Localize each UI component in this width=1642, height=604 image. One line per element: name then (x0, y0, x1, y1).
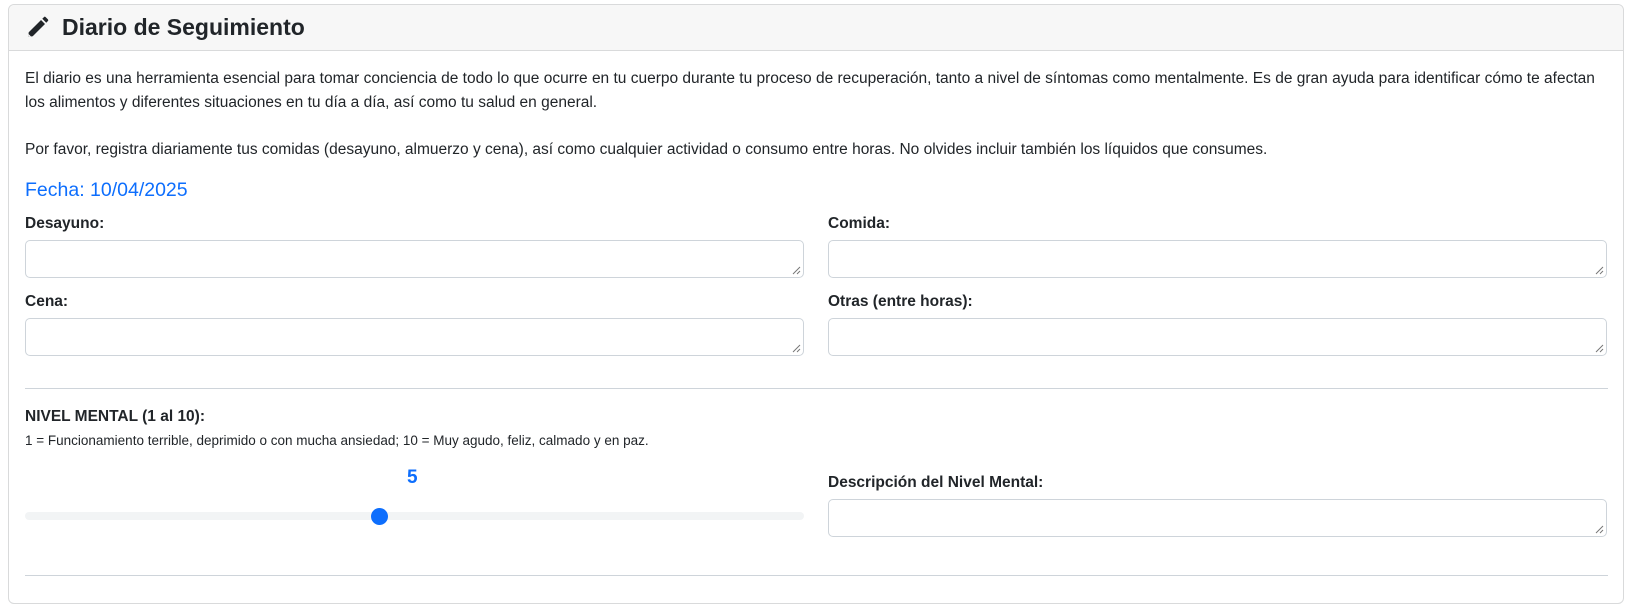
resize-grip-icon[interactable] (792, 344, 801, 353)
slider-track[interactable] (25, 512, 804, 520)
page-title: Diario de Seguimiento (62, 14, 305, 40)
mental-level-slider[interactable]: 5 (25, 467, 804, 533)
resize-grip-icon[interactable] (1595, 266, 1604, 275)
mental-description-textarea[interactable] (828, 499, 1607, 537)
slider-thumb[interactable] (371, 508, 388, 525)
lunch-label: Comida: (828, 215, 890, 232)
mental-description-field: Descripción del Nivel Mental: (828, 467, 1607, 537)
lunch-textarea[interactable] (828, 240, 1607, 278)
lunch-field: Comida: (828, 214, 1607, 278)
resize-grip-icon[interactable] (1595, 344, 1604, 353)
breakfast-label: Desayuno: (25, 215, 105, 232)
divider (25, 575, 1608, 576)
slider-value: 5 (407, 467, 418, 488)
mental-description-label: Descripción del Nivel Mental: (828, 474, 1044, 491)
card-body: El diario es una herramienta esencial pa… (9, 51, 1623, 576)
pencil-icon (25, 15, 50, 40)
meals-grid: Desayuno: Comida: Cena: Otras (entre hor… (25, 214, 1608, 370)
mental-level-title: NIVEL MENTAL (1 al 10): (25, 408, 206, 425)
other-label: Otras (entre horas): (828, 293, 973, 310)
card-header: Diario de Seguimiento (9, 5, 1623, 51)
dinner-textarea[interactable] (25, 318, 804, 356)
instructions-paragraph: Por favor, registra diariamente tus comi… (25, 141, 1268, 158)
diary-card: Diario de Seguimiento El diario es una h… (8, 4, 1624, 604)
resize-grip-icon[interactable] (1595, 525, 1604, 534)
dinner-field: Cena: (25, 292, 804, 356)
other-field: Otras (entre horas): (828, 292, 1607, 356)
date-label: Fecha: 10/04/2025 (25, 179, 188, 201)
mental-level-row: 5 Descripción del Nivel Mental: (25, 467, 1608, 537)
mental-level-description: 1 = Funcionamiento terrible, deprimido o… (25, 433, 649, 448)
other-textarea[interactable] (828, 318, 1607, 356)
dinner-label: Cena: (25, 293, 69, 310)
breakfast-textarea[interactable] (25, 240, 804, 278)
divider (25, 388, 1608, 389)
resize-grip-icon[interactable] (792, 266, 801, 275)
breakfast-field: Desayuno: (25, 214, 804, 278)
intro-paragraph: El diario es una herramienta esencial pa… (25, 70, 1595, 111)
